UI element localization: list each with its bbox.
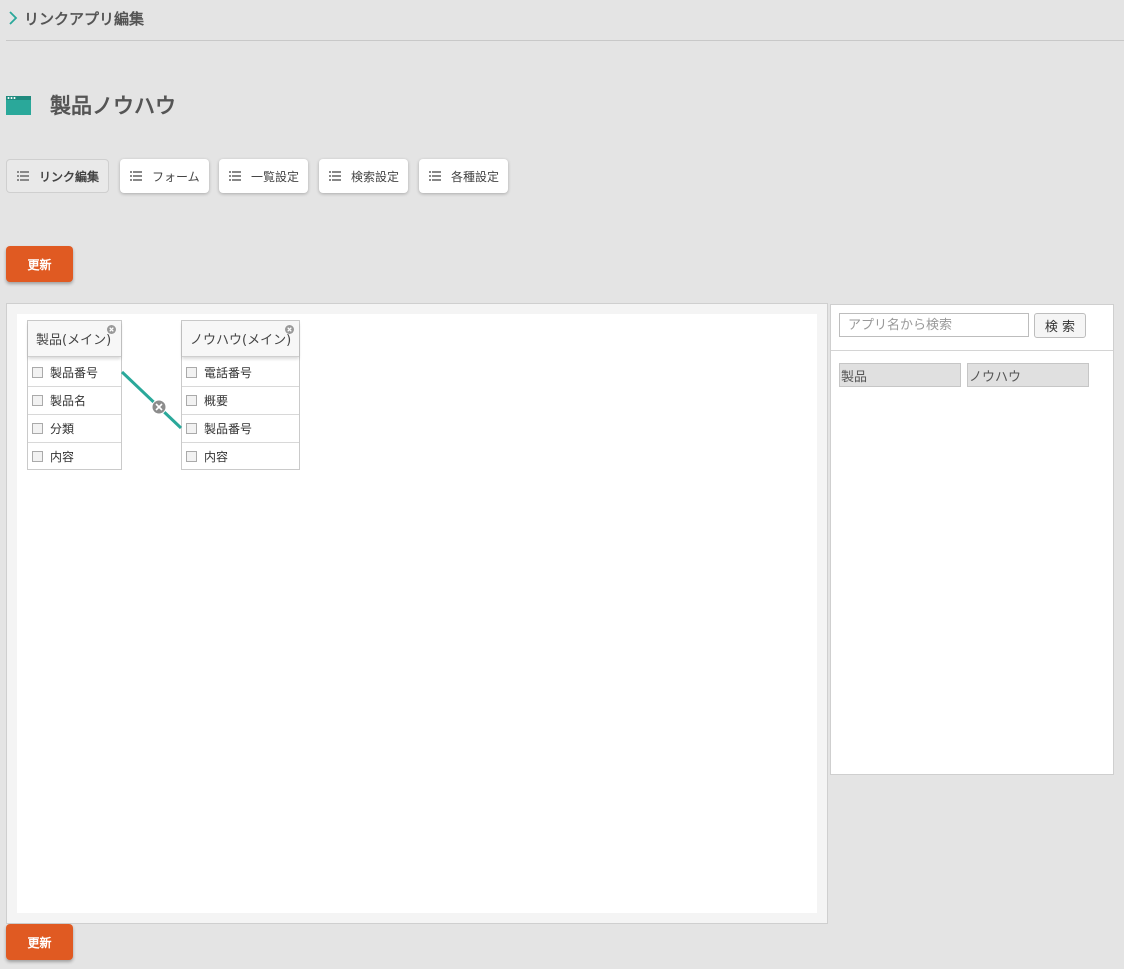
app-item-knowhow[interactable]: ノウハウ xyxy=(967,363,1089,387)
list-icon xyxy=(329,171,341,181)
field-row[interactable]: 内容 xyxy=(182,442,299,470)
field-checkbox[interactable] xyxy=(186,450,197,462)
tab-form[interactable]: フォーム xyxy=(120,159,209,193)
field-checkbox[interactable] xyxy=(32,366,43,378)
table-title[interactable]: ノウハウ(メイン) xyxy=(182,321,299,357)
breadcrumb-divider xyxy=(6,40,1124,41)
field-label: 内容 xyxy=(50,449,75,464)
field-label: 電話番号 xyxy=(204,365,253,380)
field-checkbox[interactable] xyxy=(186,394,197,406)
breadcrumb: リンクアプリ編集 xyxy=(8,7,144,29)
field-row[interactable]: 製品名 xyxy=(28,386,121,415)
field-row[interactable]: 製品番号 xyxy=(28,358,121,387)
tab-label: 一覧設定 xyxy=(251,169,300,184)
tab-search-settings[interactable]: 検索設定 xyxy=(319,159,408,193)
link-canvas[interactable] xyxy=(17,314,817,913)
close-circle-icon[interactable] xyxy=(107,325,116,334)
field-label: 製品番号 xyxy=(50,365,99,380)
app-search-input[interactable] xyxy=(839,313,1029,337)
field-label: 分類 xyxy=(50,421,75,436)
chevron-right-icon xyxy=(9,11,18,25)
list-icon xyxy=(130,171,142,181)
breadcrumb-text: リンクアプリ編集 xyxy=(24,9,145,28)
field-label: 概要 xyxy=(204,393,229,408)
tab-misc-settings[interactable]: 各種設定 xyxy=(419,159,508,193)
field-label: 製品名 xyxy=(50,393,87,408)
field-checkbox[interactable] xyxy=(32,422,43,434)
field-checkbox[interactable] xyxy=(186,366,197,378)
table-title-text: 製品(メイン) xyxy=(36,333,112,348)
page-title: 製品ノウハウ xyxy=(50,94,176,118)
field-row[interactable]: 概要 xyxy=(182,386,299,415)
field-checkbox[interactable] xyxy=(186,422,197,434)
field-checkbox[interactable] xyxy=(32,450,43,462)
tab-label: 検索設定 xyxy=(351,169,400,184)
update-button-top[interactable]: 更新 xyxy=(6,246,73,282)
tab-label: リンク編集 xyxy=(39,169,100,184)
list-icon xyxy=(429,171,441,181)
field-label: 内容 xyxy=(204,449,229,464)
page-header: 製品ノウハウ xyxy=(6,88,176,122)
field-row[interactable]: 内容 xyxy=(28,442,121,470)
field-row[interactable]: 製品番号 xyxy=(182,414,299,443)
table-card-product[interactable]: 製品(メイン) 製品番号 製品名 分類 内容 xyxy=(27,320,122,470)
list-icon xyxy=(17,171,29,181)
update-button-bottom[interactable]: 更新 xyxy=(6,924,73,960)
close-circle-icon[interactable] xyxy=(285,325,294,334)
field-label: 製品番号 xyxy=(204,421,253,436)
tab-list-settings[interactable]: 一覧設定 xyxy=(219,159,308,193)
app-search-button[interactable]: 検 索 xyxy=(1034,313,1086,338)
app-window-icon xyxy=(6,95,31,115)
field-row[interactable]: 分類 xyxy=(28,414,121,443)
list-icon xyxy=(229,171,241,181)
table-card-knowhow[interactable]: ノウハウ(メイン) 電話番号 概要 製品番号 内容 xyxy=(181,320,300,470)
table-title-text: ノウハウ(メイン) xyxy=(190,333,292,348)
app-item-product[interactable]: 製品 xyxy=(839,363,961,387)
field-row[interactable]: 電話番号 xyxy=(182,358,299,387)
panel-divider xyxy=(831,350,1113,351)
tab-link-edit[interactable]: リンク編集 xyxy=(6,159,109,193)
field-checkbox[interactable] xyxy=(32,394,43,406)
tab-label: 各種設定 xyxy=(451,169,500,184)
tab-label: フォーム xyxy=(152,169,200,184)
